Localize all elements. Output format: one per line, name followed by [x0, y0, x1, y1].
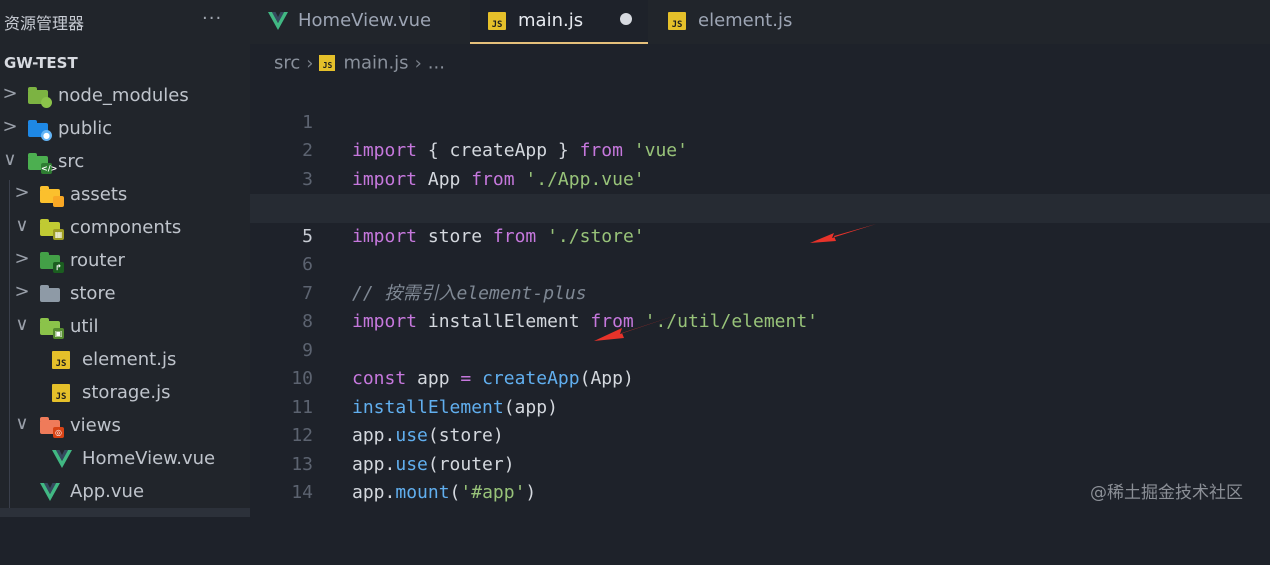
chevron-down-icon: ∨ [15, 314, 29, 335]
chevron-right-icon: › [414, 52, 422, 74]
tab-label: element.js [698, 10, 793, 31]
scroll-shadow [0, 508, 250, 517]
tree-item-store[interactable]: > store [0, 278, 250, 311]
code-line-active: 5 [250, 194, 1270, 247]
chevron-down-icon: ∨ [15, 215, 29, 236]
folder-components-icon: ▦ [40, 219, 64, 240]
breadcrumb-symbols[interactable]: ... [428, 53, 445, 74]
tree-item-label: util [70, 316, 99, 337]
code-editor[interactable]: 1 import { createApp } from 'vue' 2 impo… [250, 80, 1270, 517]
js-file-icon: JS [319, 55, 336, 71]
folder-assets-icon [40, 186, 64, 207]
chevron-right-icon: › [306, 52, 314, 74]
code-line: 10 installElement(app) [250, 337, 1270, 418]
tree-item-components[interactable]: ∨ ▦ components [0, 212, 250, 245]
chevron-right-icon: > [2, 116, 18, 137]
tree-item-node-modules[interactable]: > node_modules [0, 80, 250, 113]
js-file-icon: JS [668, 12, 686, 30]
tab-main-js[interactable]: JS main.js [470, 0, 648, 44]
tree-item-label: element.js [82, 349, 177, 370]
vue-file-icon [268, 12, 288, 35]
tree-item-router[interactable]: > ↱ router [0, 245, 250, 278]
code-line: 3 import router from './router' [250, 137, 1270, 219]
folder-util-icon: ▣ [40, 318, 64, 339]
code-line: 9 const app = createApp(App) [250, 308, 1270, 390]
unsaved-dot-icon[interactable] [620, 13, 632, 25]
js-file-icon: JS [52, 384, 74, 402]
tab-element-js[interactable]: JS element.js [650, 0, 830, 44]
tab-label: main.js [518, 10, 584, 31]
code-line: 2 import App from './App.vue' [250, 109, 1270, 190]
tree-item-element-js[interactable]: JS element.js [0, 344, 250, 377]
tree-item-storage-js[interactable]: JS storage.js [0, 377, 250, 410]
code-line: 14 [250, 451, 1270, 503]
code-line: 11 app.use(store) [250, 365, 1270, 447]
tree-item-label: router [70, 250, 125, 271]
tree-item-src[interactable]: ∨ </> src [0, 146, 250, 179]
code-line: 13 app.mount('#app') [250, 422, 1270, 504]
tree-item-label: store [70, 283, 116, 304]
js-file-icon: JS [488, 12, 506, 30]
watermark: @稀土掘金技术社区 [1090, 483, 1243, 503]
folder-src-icon: </> [28, 153, 57, 174]
tree-item-label: assets [70, 184, 128, 205]
tree-item-label: src [58, 151, 85, 172]
tree-item-label: public [58, 118, 113, 139]
chevron-down-icon: ∨ [15, 413, 29, 434]
tree-item-homeview-vue[interactable]: HomeView.vue [0, 443, 250, 476]
tree-item-label: node_modules [58, 85, 189, 106]
code-line: 7 import installElement from './util/ele… [250, 251, 1270, 333]
code-line: 12 app.use(router) [250, 394, 1270, 475]
code-text: app.mount('#app') [352, 482, 537, 503]
folder-public-icon: ● [28, 120, 52, 141]
editor-tab-bar: HomeView.vue JS main.js JS element.js [250, 0, 1270, 44]
explorer-title: 资源管理器 [4, 14, 85, 33]
code-line: 8 [250, 280, 1270, 332]
code-line: 6 // 按需引入element-plus [250, 223, 1270, 304]
folder-node-icon [28, 87, 52, 108]
more-actions-icon[interactable]: ··· [202, 8, 222, 29]
code-line: 1 import { createApp } from 'vue' [250, 80, 1270, 162]
tree-item-label: components [70, 217, 182, 238]
tree-item-label: storage.js [82, 382, 171, 403]
chevron-right-icon: > [14, 248, 30, 269]
folder-icon [40, 285, 62, 303]
tree-item-app-vue[interactable]: App.vue [0, 476, 250, 509]
tree-item-assets[interactable]: > assets [0, 179, 250, 212]
line-number: 14 [291, 482, 313, 503]
chevron-right-icon: > [2, 83, 18, 104]
tab-homeview-vue[interactable]: HomeView.vue [250, 0, 468, 44]
breadcrumb-folder[interactable]: src [274, 53, 300, 74]
tree-item-util[interactable]: ∨ ▣ util [0, 311, 250, 344]
chevron-down-icon: ∨ [3, 149, 17, 170]
tree-item-label: views [70, 415, 121, 436]
tree-item-public[interactable]: > ● public [0, 113, 250, 146]
chevron-right-icon: > [14, 182, 30, 203]
vue-file-icon [40, 483, 62, 501]
workspace-root[interactable]: GW-TEST [4, 54, 78, 72]
tree-item-label: App.vue [70, 481, 145, 502]
js-file-icon: JS [52, 351, 74, 369]
breadcrumb: src › JS main.js ›... [274, 52, 445, 74]
tab-label: HomeView.vue [298, 10, 432, 31]
code-line: 4 import store from './store' [250, 166, 1270, 247]
explorer-sidebar: 资源管理器 ··· GW-TEST > node_modules > ● pub… [0, 0, 250, 517]
explorer-header: 资源管理器 ··· [0, 0, 250, 40]
tree-item-views[interactable]: ∨ ◎ views [0, 410, 250, 443]
tree-item-label: HomeView.vue [82, 448, 216, 469]
folder-router-icon: ↱ [40, 252, 64, 273]
chevron-right-icon: > [14, 281, 30, 302]
breadcrumb-file[interactable]: main.js [343, 53, 408, 74]
folder-views-icon: ◎ [40, 417, 64, 438]
vue-file-icon [52, 450, 74, 468]
